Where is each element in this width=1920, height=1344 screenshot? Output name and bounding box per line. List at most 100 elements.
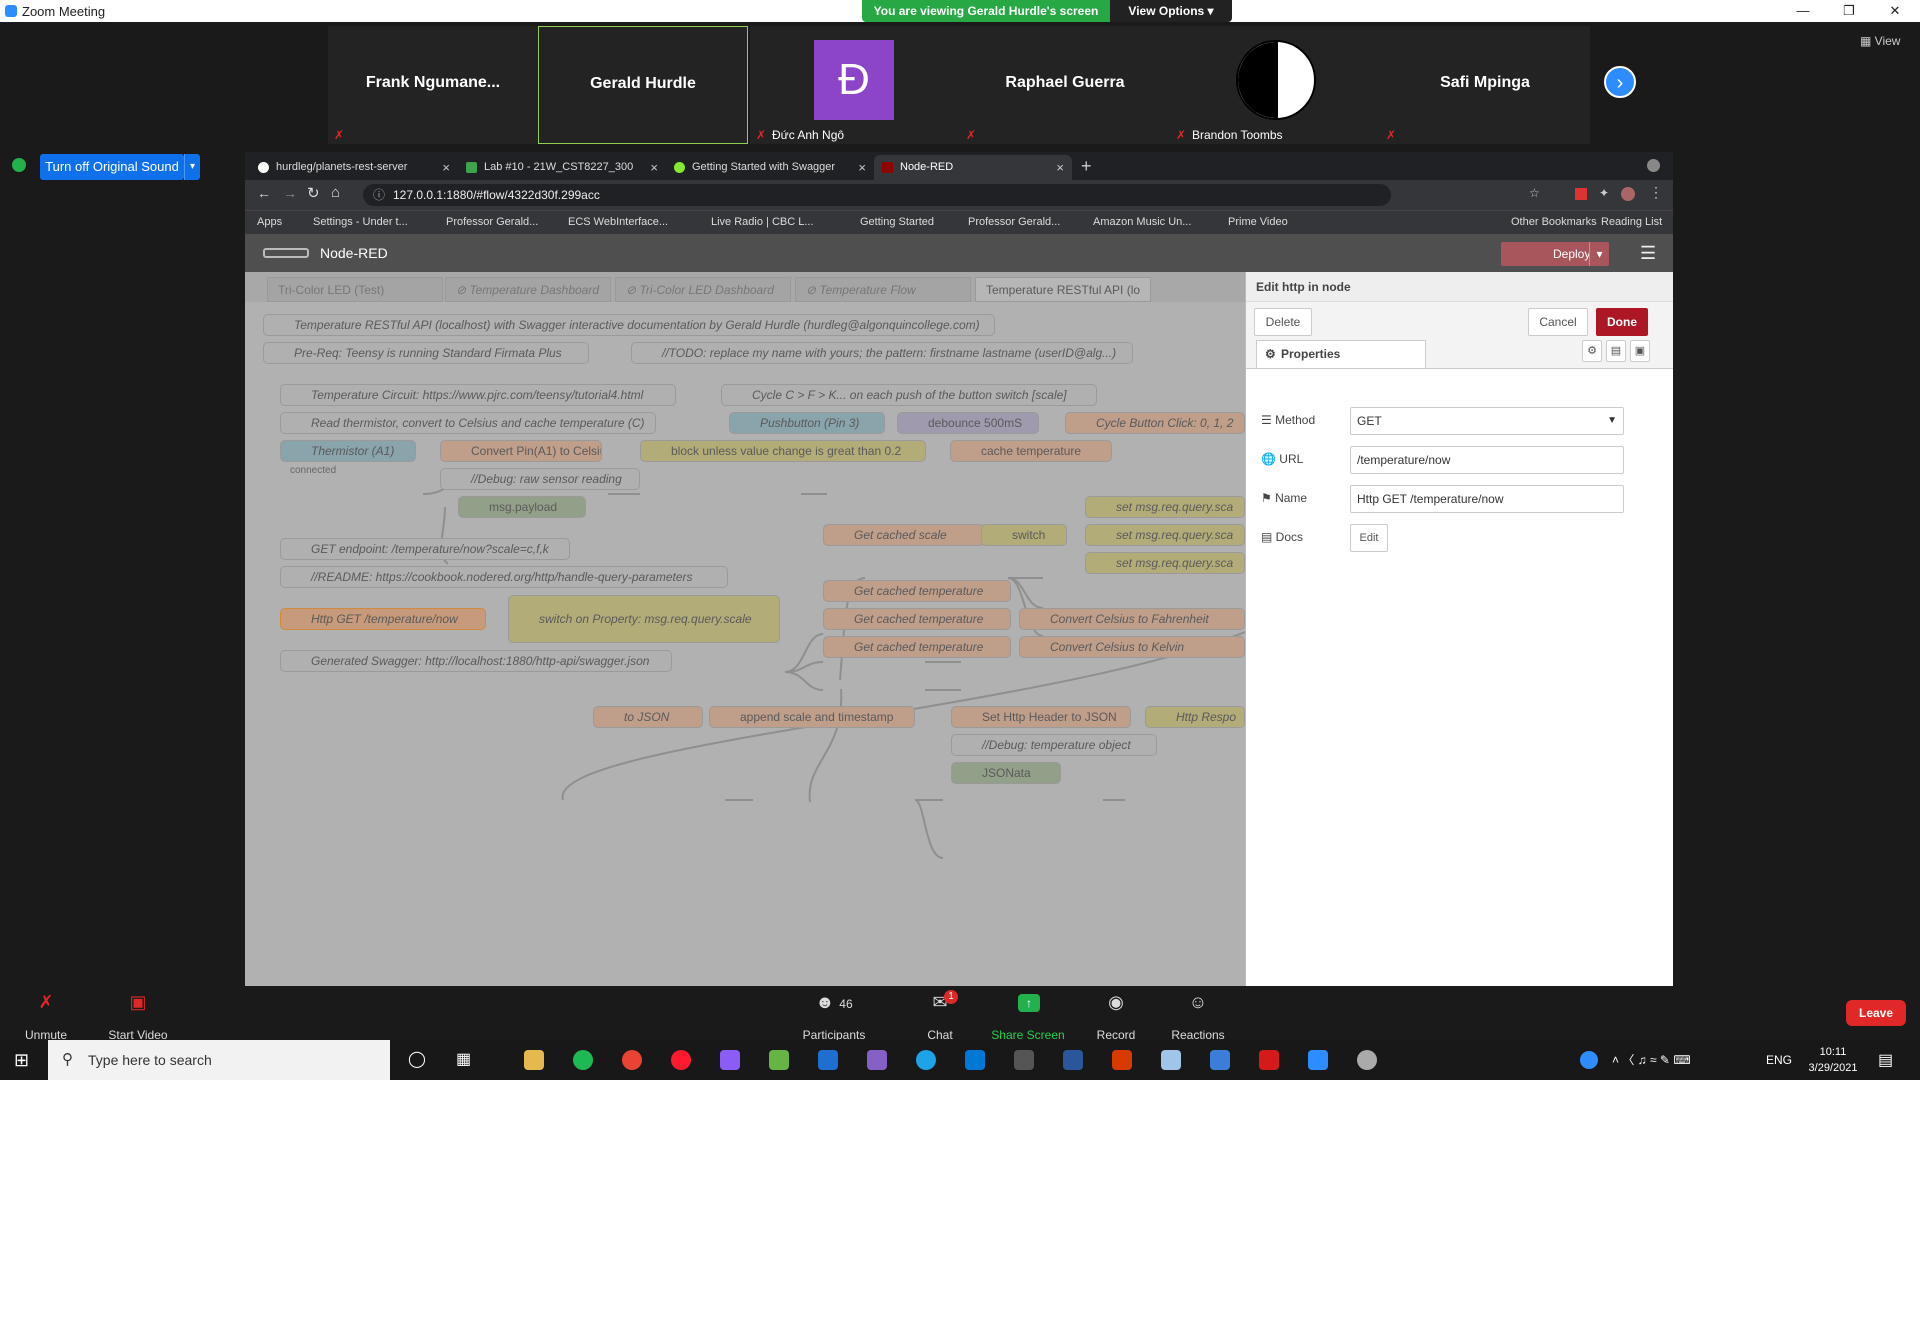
bookmark-folder[interactable]: Other Bookmarks (1511, 216, 1597, 228)
video-off-icon[interactable]: ▣ (98, 992, 178, 1013)
participant-tile-active[interactable]: Gerald Hurdle (538, 26, 748, 144)
function-node[interactable]: Cycle Button Click: 0, 1, 2 (1065, 412, 1245, 434)
app-icon[interactable] (1014, 1050, 1034, 1070)
view-options-button[interactable]: View Options ▾ (1110, 0, 1232, 22)
zoom-icon[interactable] (1308, 1050, 1328, 1070)
opera-icon[interactable] (671, 1050, 691, 1070)
function-node[interactable]: Get cached temperature (823, 580, 1011, 602)
deploy-dropdown-icon[interactable]: ▾ (1589, 242, 1609, 266)
extensions-puzzle-icon[interactable]: ✦ (1599, 186, 1609, 200)
bookmark-item[interactable]: Professor Gerald... (446, 216, 538, 228)
leave-button[interactable]: Leave (1846, 1000, 1906, 1026)
comment-node[interactable]: Temperature Circuit: https://www.pjrc.co… (280, 384, 676, 406)
change-node[interactable]: set msg.req.query.sca (1085, 552, 1245, 574)
task-view-icon[interactable]: ▦ (456, 1049, 471, 1069)
next-page-icon[interactable]: › (1604, 66, 1636, 98)
windows-start-icon[interactable]: ⊞ (14, 1050, 29, 1071)
app-icon[interactable] (1161, 1050, 1181, 1070)
taskbar-clock[interactable]: 10:11 3/29/2021 (1802, 1044, 1864, 1076)
done-button[interactable]: Done (1596, 308, 1648, 336)
bookmark-item[interactable]: Settings - Under t... (313, 216, 408, 228)
tray-icons[interactable]: ˄ 〈 ♫ ≈ ✎ ⌨ (1612, 1051, 1691, 1068)
taskbar-search-input[interactable]: ⚲ Type here to search (48, 1040, 390, 1080)
browser-menu-icon[interactable]: ⋮ (1649, 184, 1663, 201)
minimize-button[interactable]: — (1780, 0, 1826, 22)
participant-tile[interactable]: ✗ Brandon Toombs (1170, 26, 1380, 144)
function-node[interactable]: Get cached scale (823, 524, 985, 546)
deploy-button[interactable]: Deploy ▾ (1501, 242, 1609, 266)
url-input[interactable]: ⓘ 127.0.0.1:1880/#flow/4322d30f.299acc (363, 184, 1391, 206)
visual-studio-icon[interactable] (867, 1050, 887, 1070)
reload-icon[interactable]: ↻ (307, 184, 320, 202)
comment-node[interactable]: Generated Swagger: http://localhost:1880… (280, 650, 672, 672)
function-node[interactable]: Convert Pin(A1) to Celsius (440, 440, 602, 462)
spotify-icon[interactable] (573, 1050, 593, 1070)
comment-node[interactable]: //TODO: replace my name with yours; the … (631, 342, 1133, 364)
docs-edit-button[interactable]: Edit (1350, 524, 1388, 552)
http-in-node-selected[interactable]: Http GET /temperature/now (280, 608, 486, 630)
debounce-node[interactable]: debounce 500mS (897, 412, 1039, 434)
method-select[interactable]: GET ▼ (1350, 407, 1624, 435)
word-icon[interactable] (1063, 1050, 1083, 1070)
bookmark-star-icon[interactable]: ☆ (1529, 186, 1540, 200)
participants-icon[interactable]: ☻ 46 (794, 992, 874, 1013)
file-explorer-icon[interactable] (524, 1050, 544, 1070)
browser-tab[interactable]: hurdleg/planets-rest-server × (250, 155, 458, 180)
muted-microphone-icon[interactable]: ✗ (6, 992, 86, 1013)
name-field[interactable]: Http GET /temperature/now (1350, 485, 1624, 513)
appearance-icon[interactable]: ▣ (1630, 340, 1650, 362)
comment-node[interactable]: //Debug: raw sensor reading (440, 468, 640, 490)
view-button[interactable]: ▦ View (1860, 34, 1900, 48)
http-response-node[interactable]: Http Respo (1145, 706, 1245, 728)
bookmark-item[interactable]: Prime Video (1228, 216, 1288, 228)
flow-workspace[interactable]: Tri-Color LED (Test) ⊘ Temperature Dashb… (245, 272, 1245, 986)
url-field[interactable]: /temperature/now (1350, 446, 1624, 474)
function-node[interactable]: cache temperature (950, 440, 1112, 462)
participant-tile[interactable]: Safi Mpinga ✗ (1380, 26, 1590, 144)
original-sound-dropdown[interactable]: ▾ (184, 154, 200, 180)
browser-tab[interactable]: Lab #10 - 21W_CST8227_300 × (458, 155, 666, 180)
extension-icon[interactable] (1575, 188, 1587, 200)
browser-tab[interactable]: Getting Started with Swagger × (666, 155, 874, 180)
comment-node[interactable]: Pre-Req: Teensy is running Standard Firm… (263, 342, 589, 364)
comment-node[interactable]: //README: https://cookbook.nodered.org/h… (280, 566, 728, 588)
app-icon[interactable] (1112, 1050, 1132, 1070)
app-icon[interactable] (1357, 1050, 1377, 1070)
forward-icon[interactable]: → (283, 185, 297, 201)
delete-button[interactable]: Delete (1254, 308, 1312, 336)
comment-node[interactable]: GET endpoint: /temperature/now?scale=c,f… (280, 538, 570, 560)
rbe-node[interactable]: block unless value change is great than … (640, 440, 926, 462)
close-tab-icon[interactable]: × (858, 155, 866, 180)
cancel-button[interactable]: Cancel (1528, 308, 1588, 336)
language-indicator[interactable]: ENG (1766, 1053, 1792, 1067)
participant-tile[interactable]: Raphael Guerra ✗ (960, 26, 1170, 144)
tab-properties[interactable]: ⚙ Properties (1256, 340, 1426, 368)
app-icon[interactable] (818, 1050, 838, 1070)
bookmark-item[interactable]: Professor Gerald... (968, 216, 1060, 228)
comment-node[interactable]: Cycle C > F > K... on each push of the b… (721, 384, 1097, 406)
function-node[interactable]: Get cached temperature (823, 636, 1011, 658)
new-tab-icon[interactable]: + (1081, 156, 1092, 177)
restore-button[interactable]: ❐ (1826, 0, 1872, 22)
json-node[interactable]: to JSON (593, 706, 703, 728)
chat-icon[interactable]: ✉ (900, 992, 980, 1013)
participant-tile[interactable]: Frank Ngumane... ✗ (328, 26, 538, 144)
app-icon[interactable] (1210, 1050, 1230, 1070)
help-icon[interactable] (1580, 1051, 1598, 1069)
description-icon[interactable]: ▤ (1606, 340, 1626, 362)
close-button[interactable]: ✕ (1872, 0, 1918, 22)
chrome-icon[interactable] (622, 1050, 642, 1070)
browser-tab-active[interactable]: Node-RED × (874, 155, 1072, 180)
change-node[interactable]: set msg.req.query.sca (1085, 524, 1245, 546)
bookmark-item[interactable]: ECS WebInterface... (568, 216, 668, 228)
switch-node[interactable]: switch on Property: msg.req.query.scale (508, 595, 780, 643)
close-tab-icon[interactable]: × (442, 155, 450, 180)
function-node[interactable]: Convert Celsius to Fahrenheit (1019, 608, 1245, 630)
home-icon[interactable]: ⌂ (331, 184, 340, 201)
debug-node[interactable]: msg.payload (458, 496, 586, 518)
acrobat-icon[interactable] (1259, 1050, 1279, 1070)
cortana-icon[interactable]: ◯ (408, 1049, 426, 1069)
reactions-icon[interactable]: ☺ (1158, 992, 1238, 1013)
bookmark-apps[interactable]: Apps (257, 216, 282, 228)
participant-tile[interactable]: Đ ✗ Đức Anh Ngô (750, 26, 960, 144)
